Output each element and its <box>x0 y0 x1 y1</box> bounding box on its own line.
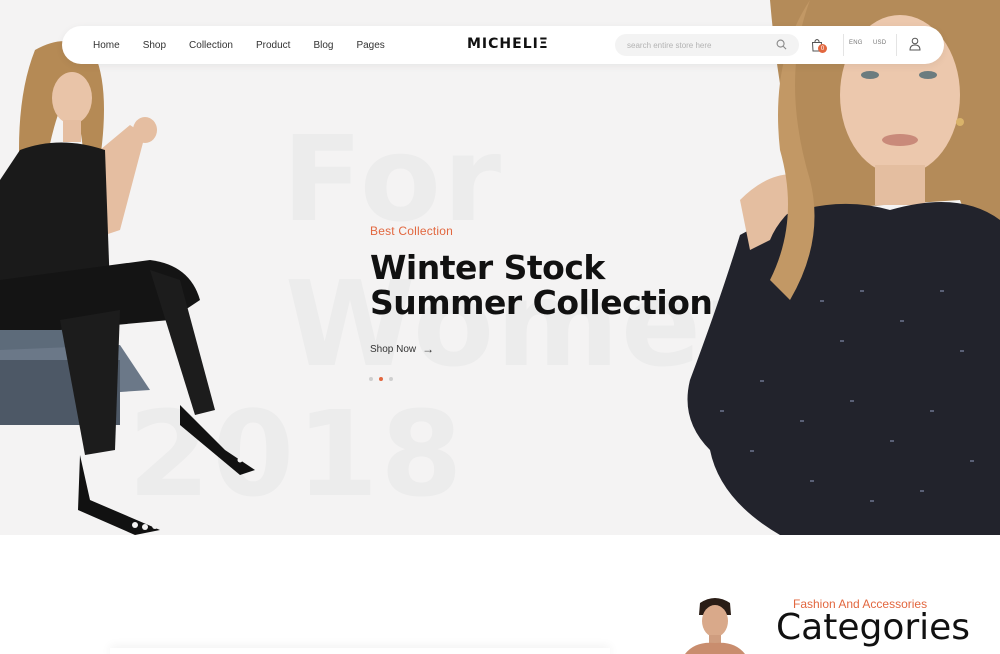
primary-nav: Home Shop Collection Product Blog Pages <box>93 26 408 64</box>
hero-content: Best Collection Winter Stock Summer Coll… <box>370 224 750 356</box>
nav-product[interactable]: Product <box>256 40 290 51</box>
nav-shop[interactable]: Shop <box>143 40 166 51</box>
categories-title: Categories <box>776 607 971 648</box>
categories-model-image <box>685 598 745 654</box>
nav-divider <box>896 34 897 56</box>
brand-logo[interactable]: MICHELIΞ <box>467 36 549 52</box>
language-selector[interactable]: ENG <box>849 40 863 46</box>
cart-count-badge: 0 <box>818 44 827 53</box>
hero-headline: Winter Stock Summer Collection <box>370 248 713 322</box>
slider-dots <box>369 377 393 381</box>
arrow-right-icon: → <box>422 342 435 356</box>
shop-now-link[interactable]: Shop Now → <box>370 342 750 356</box>
search-input[interactable] <box>615 40 765 50</box>
hero-banner: For Women 2018 Best Collection Winter St… <box>0 0 1000 535</box>
nav-divider <box>843 34 844 56</box>
nav-collection[interactable]: Collection <box>189 40 233 51</box>
nav-blog[interactable]: Blog <box>313 40 333 51</box>
main-navbar: Home Shop Collection Product Blog Pages … <box>62 26 944 64</box>
nav-home[interactable]: Home <box>93 40 120 51</box>
hero-bg-word-for: For <box>282 110 504 248</box>
hero-model-left-image <box>0 41 255 535</box>
search-box <box>615 34 799 56</box>
category-card-edge <box>110 648 610 654</box>
slider-dot-2[interactable] <box>379 377 383 381</box>
search-icon[interactable] <box>776 39 787 50</box>
user-icon[interactable] <box>909 37 921 51</box>
nav-pages[interactable]: Pages <box>356 40 384 51</box>
cart-button[interactable]: 0 <box>811 38 827 53</box>
slider-dot-1[interactable] <box>369 377 373 381</box>
hero-eyebrow: Best Collection <box>370 224 454 238</box>
currency-selector[interactable]: USD <box>873 40 886 46</box>
slider-dot-3[interactable] <box>389 377 393 381</box>
shop-now-label: Shop Now <box>370 343 417 355</box>
